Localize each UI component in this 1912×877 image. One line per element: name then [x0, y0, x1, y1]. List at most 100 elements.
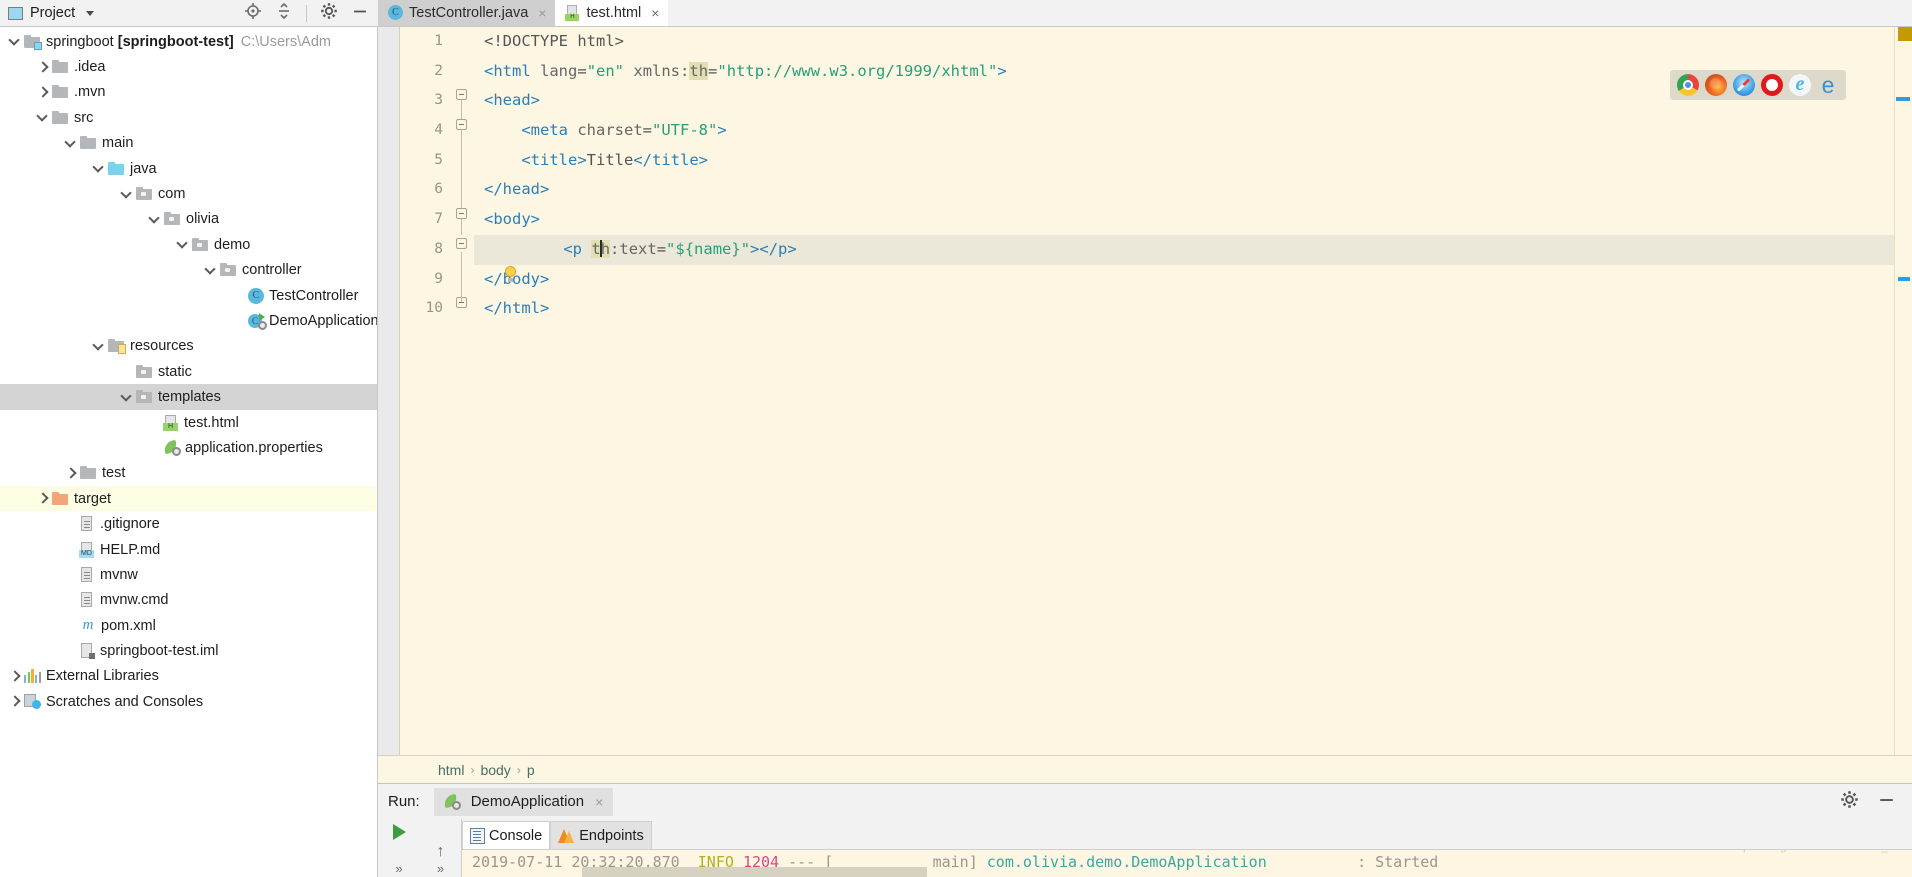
- tree-item-springboot-springboot-test[interactable]: springboot [springboot-test] C:\Users\Adm: [0, 29, 377, 54]
- breadcrumb-separator: ›: [516, 762, 521, 777]
- fold-marker-head[interactable]: [456, 119, 467, 130]
- tree-item-static[interactable]: static: [0, 359, 377, 384]
- editor-marker-rail[interactable]: [1894, 27, 1912, 755]
- tree-item-test[interactable]: test: [0, 461, 377, 486]
- code-text-area[interactable]: <!DOCTYPE html> <html lang="en" xmlns:th=…: [474, 27, 1894, 755]
- locate-icon[interactable]: [244, 2, 262, 25]
- tab-console[interactable]: Console: [462, 821, 551, 849]
- chevron-down-icon[interactable]: [120, 391, 133, 404]
- chevron-right-icon[interactable]: [8, 670, 21, 683]
- tree-item-external-libraries[interactable]: External Libraries: [0, 664, 377, 689]
- chevron-down-icon[interactable]: [148, 213, 161, 226]
- edge-icon[interactable]: [1817, 74, 1839, 96]
- settings-gear-icon[interactable]: [320, 2, 338, 25]
- tree-item-gitignore[interactable]: .gitignore: [0, 511, 377, 536]
- tree-item-src[interactable]: src: [0, 105, 377, 130]
- run-configuration-tab[interactable]: DemoApplication ×: [433, 787, 614, 816]
- chevron-down-icon[interactable]: [120, 188, 133, 201]
- chevron-down-icon[interactable]: [8, 35, 21, 48]
- code-line[interactable]: </body>: [474, 265, 1894, 295]
- tree-item-testcontroller[interactable]: C TestController: [0, 283, 377, 308]
- breadcrumb-item-p[interactable]: p: [527, 762, 535, 778]
- tree-item-resources[interactable]: resources: [0, 334, 377, 359]
- tree-item-scratches-and-consoles[interactable]: Scratches and Consoles: [0, 689, 377, 714]
- code-line[interactable]: <p th:text="${name}"></p>: [474, 234, 1894, 265]
- settings-gear-icon[interactable]: [1840, 790, 1859, 814]
- breadcrumb-item-html[interactable]: html: [438, 762, 464, 778]
- tree-item-help-md[interactable]: MD HELP.md: [0, 537, 377, 562]
- lightbulb-icon[interactable]: [504, 266, 517, 282]
- close-icon[interactable]: ×: [651, 5, 659, 21]
- tree-item-controller[interactable]: controller: [0, 258, 377, 283]
- firefox-icon[interactable]: [1705, 74, 1727, 96]
- tree-item-com[interactable]: com: [0, 181, 377, 206]
- tree-item-springboot-test-iml[interactable]: springboot-test.iml: [0, 638, 377, 663]
- chevron-down-icon[interactable]: [204, 264, 217, 277]
- tree-item-java[interactable]: java: [0, 156, 377, 181]
- tree-item-templates[interactable]: templates: [0, 384, 377, 410]
- browser-preview-bar[interactable]: [1670, 70, 1846, 100]
- close-icon[interactable]: ×: [595, 794, 603, 810]
- opera-icon[interactable]: [1761, 74, 1783, 96]
- breadcrumb-item-body[interactable]: body: [480, 762, 510, 778]
- chevron-down-icon[interactable]: [92, 340, 105, 353]
- minimize-icon[interactable]: [1877, 790, 1896, 814]
- editor-tab-testcontroller[interactable]: C TestController.java ×: [378, 0, 556, 26]
- chevron-down-icon[interactable]: [176, 238, 189, 251]
- console-output[interactable]: 2019-07-11 20:32:20.870 INFO 1204 --- [ …: [462, 849, 1912, 877]
- tree-item-demo[interactable]: demo: [0, 232, 377, 257]
- editor-area[interactable]: 1 2 3 4 5 6 7 8 9 10 <!DOCTYPE html> <html lang="e…: [378, 27, 1912, 755]
- run-play-icon[interactable]: [392, 824, 406, 840]
- chevron-right-icon[interactable]: [36, 86, 49, 99]
- tree-item-main[interactable]: main: [0, 131, 377, 156]
- code-line[interactable]: </head>: [474, 175, 1894, 205]
- chevron-down-icon[interactable]: [64, 137, 77, 150]
- expand-rail-icon[interactable]: »: [395, 861, 402, 877]
- chevron-down-icon[interactable]: [36, 111, 49, 124]
- tree-item-mvn[interactable]: .mvn: [0, 80, 377, 105]
- tree-item-target[interactable]: target: [0, 486, 377, 512]
- code-line[interactable]: <!DOCTYPE html>: [474, 27, 1894, 57]
- horizontal-scrollbar[interactable]: [582, 867, 927, 877]
- internet-explorer-icon[interactable]: [1789, 74, 1811, 96]
- close-icon[interactable]: ×: [538, 5, 546, 21]
- code-marker[interactable]: [1898, 277, 1910, 281]
- chevron-down-icon[interactable]: [86, 10, 95, 16]
- fold-marker-body[interactable]: [456, 238, 467, 249]
- tree-item-mvnw[interactable]: mvnw: [0, 562, 377, 587]
- project-view-selector[interactable]: Project: [8, 5, 95, 21]
- tree-item-idea[interactable]: .idea: [0, 54, 377, 79]
- chevron-right-icon[interactable]: [64, 467, 77, 480]
- chrome-icon[interactable]: [1677, 74, 1699, 96]
- breadcrumb[interactable]: html › body › p: [378, 755, 1912, 783]
- chevron-right-icon[interactable]: [8, 695, 21, 708]
- chevron-right-icon[interactable]: [36, 61, 49, 74]
- arrow-up-icon[interactable]: ↑: [437, 843, 445, 861]
- tree-item-mvnw-cmd[interactable]: mvnw.cmd: [0, 588, 377, 613]
- collapse-all-icon[interactable]: [275, 2, 293, 25]
- console-tab-strip: Console Endpoints: [462, 819, 1912, 849]
- safari-icon[interactable]: [1733, 74, 1755, 96]
- tree-item-application-properties[interactable]: application.properties: [0, 435, 377, 460]
- tree-item-demoapplication[interactable]: C DemoApplication: [0, 308, 377, 333]
- code-marker[interactable]: [1896, 97, 1910, 101]
- code-folding-column[interactable]: [450, 27, 474, 755]
- editor-tab-testhtml[interactable]: H test.html ×: [555, 0, 669, 26]
- project-tree-panel[interactable]: springboot [springboot-test] C:\Users\Adm…: [0, 27, 378, 877]
- chevron-down-icon[interactable]: [92, 162, 105, 175]
- tree-item-olivia[interactable]: olivia: [0, 207, 377, 232]
- expand-rail-icon[interactable]: »: [437, 861, 444, 877]
- fold-marker-html[interactable]: [456, 89, 467, 100]
- minimize-icon[interactable]: [351, 2, 369, 25]
- tree-item-pom-xml[interactable]: m pom.xml: [0, 613, 377, 638]
- tab-endpoints[interactable]: Endpoints: [550, 821, 652, 849]
- fold-marker-head-end[interactable]: [456, 208, 467, 219]
- code-line[interactable]: <meta charset="UTF-8">: [474, 116, 1894, 146]
- inspection-status-marker[interactable]: [1898, 27, 1912, 41]
- code-line[interactable]: <body>: [474, 205, 1894, 235]
- code-line[interactable]: </html>: [474, 294, 1894, 324]
- code-line[interactable]: <title>Title</title>: [474, 146, 1894, 176]
- chevron-right-icon[interactable]: [36, 492, 49, 505]
- tree-item-test-html[interactable]: Htest.html: [0, 410, 377, 435]
